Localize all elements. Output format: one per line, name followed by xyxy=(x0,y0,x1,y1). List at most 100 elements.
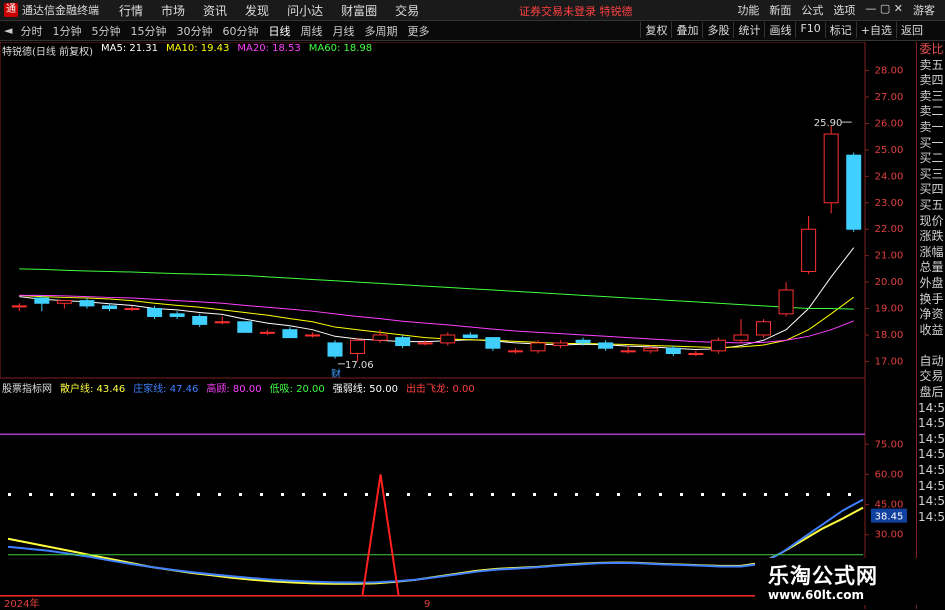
tab-30min[interactable]: 30分钟 xyxy=(172,23,216,39)
side-item-22[interactable]: 盘后 xyxy=(917,385,945,401)
tool-return[interactable]: 返回 xyxy=(896,22,927,38)
main-price-chart[interactable]: 17.00 18.00 19.00 20.00 21.00 22.00 23.00 24.00… xyxy=(0,42,903,609)
back-icon[interactable]: ◄ xyxy=(4,24,12,37)
side-item-29[interactable]: 14:5 xyxy=(917,494,945,510)
tool-stats[interactable]: 统计 xyxy=(733,22,764,38)
tool-adjust[interactable]: 复权 xyxy=(640,22,671,38)
side-item-3[interactable]: 卖三 xyxy=(917,89,945,105)
menu-item-trade[interactable]: 交易 xyxy=(395,2,419,19)
side-item-30[interactable]: 14:5 xyxy=(917,510,945,526)
side-item-7[interactable]: 买二 xyxy=(917,151,945,167)
dot-marker xyxy=(281,493,284,496)
dot-marker xyxy=(638,493,641,496)
period-toolbar: ◄ 分时 1分钟 5分钟 15分钟 30分钟 60分钟 日线 周线 月线 多周期… xyxy=(0,21,945,41)
candle-body xyxy=(530,342,546,352)
menu-item-news[interactable]: 资讯 xyxy=(203,2,227,19)
dot-marker xyxy=(71,493,74,496)
side-item-23[interactable]: 14:5 xyxy=(917,401,945,417)
tab-weekly[interactable]: 周线 xyxy=(296,23,326,39)
tab-60min[interactable]: 60分钟 xyxy=(218,23,262,39)
side-item-19[interactable] xyxy=(917,338,945,354)
tab-intraday[interactable]: 分时 xyxy=(16,23,46,39)
watermark-title: 乐淘公式网 xyxy=(768,564,878,588)
candle-body xyxy=(553,342,569,347)
side-item-8[interactable]: 买三 xyxy=(917,167,945,183)
side-item-13[interactable]: 涨幅 xyxy=(917,245,945,261)
tool-mark[interactable]: 标记 xyxy=(824,22,856,38)
side-item-10[interactable]: 买五 xyxy=(917,198,945,214)
menu-item-options[interactable]: 选项 xyxy=(833,2,855,18)
tab-multi-period[interactable]: 多周期 xyxy=(360,23,401,39)
candle-body xyxy=(417,342,433,345)
side-item-18[interactable]: 收益 xyxy=(917,323,945,339)
side-item-25[interactable]: 14:5 xyxy=(917,432,945,448)
tool-draw[interactable]: 画线 xyxy=(764,22,795,38)
login-warning[interactable]: 证券交易未登录 特锐德 xyxy=(519,3,633,19)
side-item-5[interactable]: 卖一 xyxy=(917,120,945,136)
dot-marker xyxy=(8,493,11,496)
dot-marker xyxy=(827,493,830,496)
candle-body xyxy=(214,321,230,324)
side-item-0[interactable]: 委比 xyxy=(917,42,945,58)
candle-body xyxy=(304,334,320,337)
dot-marker xyxy=(470,493,473,496)
side-item-15[interactable]: 外盘 xyxy=(917,276,945,292)
side-item-4[interactable]: 卖二 xyxy=(917,104,945,120)
menu-item-formula[interactable]: 公式 xyxy=(801,2,823,18)
side-item-2[interactable]: 卖四 xyxy=(917,73,945,89)
chart-area[interactable]: 17.00 18.00 19.00 20.00 21.00 22.00 23.00 24.00… xyxy=(0,42,916,609)
dot-marker xyxy=(29,493,32,496)
side-item-14[interactable]: 总量 xyxy=(917,260,945,276)
y-tick-label: 25.00 xyxy=(875,145,904,156)
side-item-28[interactable]: 14:5 xyxy=(917,479,945,495)
side-item-26[interactable]: 14:5 xyxy=(917,447,945,463)
side-item-9[interactable]: 买四 xyxy=(917,182,945,198)
main-frame xyxy=(0,42,866,379)
side-item-16[interactable]: 换手 xyxy=(917,292,945,308)
stock-name[interactable]: 特锐德(日线 前复权) xyxy=(2,43,93,58)
y-tick-label: 27.00 xyxy=(875,92,904,103)
candle-body xyxy=(395,337,411,347)
tab-15min[interactable]: 15分钟 xyxy=(126,23,170,39)
menu-item-market[interactable]: 市场 xyxy=(161,2,185,19)
retail-line-label: 散户线: 43.46 xyxy=(60,384,126,395)
dot-marker xyxy=(722,493,725,496)
menu-item-quotes[interactable]: 行情 xyxy=(119,2,143,19)
menu-item-wealth[interactable]: 财富圈 xyxy=(341,2,377,19)
candle-body xyxy=(733,334,749,341)
high-price-label: 25.90 xyxy=(814,118,843,129)
chart-tools: 复权 叠加 多股 统计 画线 F10 标记 +自选 返回 xyxy=(640,22,927,38)
menu-item-new-page[interactable]: 新面 xyxy=(769,2,791,18)
side-item-24[interactable]: 14:5 xyxy=(917,416,945,432)
side-item-17[interactable]: 净资 xyxy=(917,307,945,323)
side-item-27[interactable]: 14:5 xyxy=(917,463,945,479)
dragon-label: 出击飞龙: 0.00 xyxy=(405,384,475,395)
tab-monthly[interactable]: 月线 xyxy=(328,23,358,39)
guest-label[interactable]: 游客 xyxy=(913,2,935,18)
tool-overlay[interactable]: 叠加 xyxy=(671,22,702,38)
tab-5min[interactable]: 5分钟 xyxy=(87,23,124,39)
high-line-label: 高顾: 80.00 xyxy=(206,384,262,395)
y-tick-label: 19.00 xyxy=(875,304,904,315)
side-item-21[interactable]: 交易 xyxy=(917,369,945,385)
menu-item-ask[interactable]: 问小达 xyxy=(287,2,323,19)
candle-body xyxy=(823,133,839,204)
dot-marker xyxy=(848,493,851,496)
side-item-20[interactable]: 自动 xyxy=(917,354,945,370)
y-tick-label: 21.00 xyxy=(875,251,904,262)
menu-item-function[interactable]: 功能 xyxy=(737,2,759,18)
tool-multi-stock[interactable]: 多股 xyxy=(702,22,733,38)
tab-more[interactable]: 更多 xyxy=(403,23,433,39)
quote-side-panel: 委比 卖五 卖四 卖三 卖二 卖一 买一 买二 买三 买四 买五 现价 涨跌 涨幅 总量 外盘 换手 净资 收益 自… xyxy=(916,42,945,609)
indicator-name[interactable]: 股票指标网 xyxy=(2,380,52,395)
tool-add-watchlist[interactable]: +自选 xyxy=(855,22,896,38)
window-controls[interactable]: — ▢ ✕ xyxy=(865,2,903,18)
tab-1min[interactable]: 1分钟 xyxy=(48,23,85,39)
menu-item-discover[interactable]: 发现 xyxy=(245,2,269,19)
tool-f10[interactable]: F10 xyxy=(795,22,824,38)
tab-daily[interactable]: 日线 xyxy=(264,23,294,39)
side-item-1[interactable]: 卖五 xyxy=(917,58,945,74)
side-item-11[interactable]: 现价 xyxy=(917,214,945,230)
side-item-12[interactable]: 涨跌 xyxy=(917,229,945,245)
side-item-6[interactable]: 买一 xyxy=(917,136,945,152)
